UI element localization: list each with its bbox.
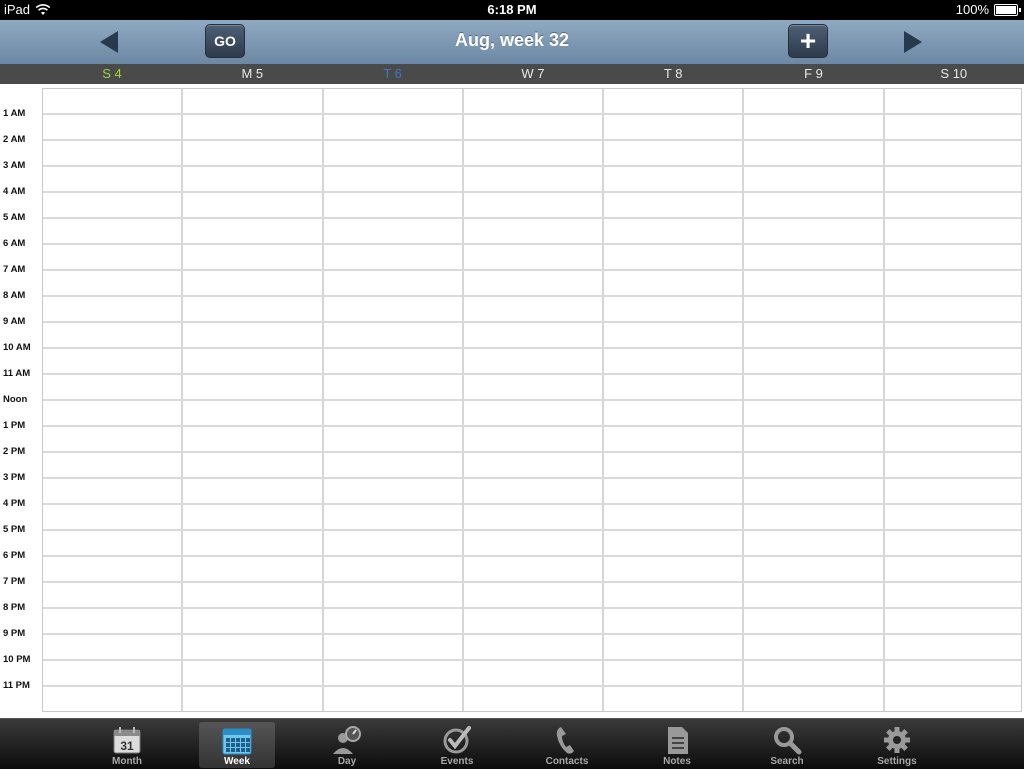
battery-icon	[994, 3, 1021, 16]
hour-line	[43, 217, 1021, 219]
time-label: 11 PM	[3, 680, 30, 691]
hour-line	[43, 503, 1021, 505]
tab-search[interactable]: Search	[749, 722, 825, 768]
checkmark-icon	[443, 726, 471, 754]
time-label: 2 AM	[3, 134, 26, 145]
tab-label: Settings	[877, 756, 917, 767]
status-clock: 6:18 PM	[487, 2, 537, 17]
tab-label: Notes	[663, 756, 691, 767]
time-column: 1 AM 2 AM 3 AM 4 AM 5 AM 6 AM 7 AM 8 AM 9 AM 10 A…	[0, 84, 42, 716]
time-label: 6 PM	[3, 550, 26, 561]
tab-label: Events	[440, 756, 474, 767]
hour-line	[43, 191, 1021, 193]
hour-line	[43, 269, 1021, 271]
day-header-5[interactable]: F 9	[744, 66, 884, 81]
calendar-month-icon: 31	[113, 727, 141, 754]
day-header: S 4M 5T 6W 7T 8F 9S 10	[0, 64, 1024, 84]
time-label: 7 PM	[3, 576, 26, 587]
week-grid	[42, 88, 1022, 712]
day-header-2[interactable]: T 6	[323, 66, 463, 81]
day-header-3[interactable]: W 7	[463, 66, 603, 81]
hour-line	[43, 529, 1021, 531]
hour-line	[43, 451, 1021, 453]
tab-day[interactable]: Day	[309, 722, 385, 768]
time-label: 5 AM	[3, 212, 26, 223]
notes-icon	[668, 727, 688, 754]
battery-percent: 100%	[955, 2, 989, 17]
week-title: Aug, week 32	[454, 30, 570, 50]
phone-icon	[556, 727, 574, 754]
tab-label: Contacts	[545, 756, 589, 767]
add-event-button[interactable]: +	[788, 24, 828, 58]
time-label: 1 PM	[3, 420, 26, 431]
time-label: 6 AM	[3, 238, 26, 249]
svg-text:31: 31	[120, 739, 134, 753]
hour-line	[43, 295, 1021, 297]
status-right: 100%	[955, 2, 1021, 17]
day-header-4[interactable]: T 8	[603, 66, 743, 81]
tab-label: Week	[224, 756, 250, 767]
time-label: 11 AM	[3, 368, 31, 379]
time-label: 8 PM	[3, 602, 26, 613]
time-label: 4 PM	[3, 498, 26, 509]
hour-line	[43, 113, 1021, 115]
tab-label: Search	[770, 756, 804, 767]
time-label: 4 AM	[3, 186, 26, 197]
hour-line	[43, 373, 1021, 375]
gear-icon	[884, 727, 910, 753]
time-label: 8 AM	[3, 290, 26, 301]
time-label: Noon	[3, 394, 28, 405]
hour-line	[43, 347, 1021, 349]
hour-line	[43, 581, 1021, 583]
hour-line	[43, 555, 1021, 557]
day-header-1[interactable]: M 5	[182, 66, 322, 81]
tab-label: Day	[337, 756, 357, 767]
hour-line	[43, 139, 1021, 141]
time-label: 3 PM	[3, 472, 26, 483]
tab-contacts[interactable]: Contacts	[529, 722, 605, 768]
hour-line	[43, 321, 1021, 323]
search-icon	[774, 727, 802, 755]
calendar-week-icon	[222, 728, 252, 755]
time-label: 9 PM	[3, 628, 26, 639]
tab-week[interactable]: Week	[199, 722, 275, 768]
nav-bar: GO Aug, week 32 +	[0, 20, 1024, 65]
hour-line	[43, 633, 1021, 635]
time-label: 3 AM	[3, 160, 26, 171]
time-label: 2 PM	[3, 446, 26, 457]
hour-line	[43, 243, 1021, 245]
hour-line	[43, 425, 1021, 427]
status-bar: iPad 6:18 PM 100%	[0, 0, 1024, 20]
hour-line	[43, 477, 1021, 479]
tab-settings[interactable]: Settings	[859, 722, 935, 768]
tab-notes[interactable]: Notes	[639, 722, 715, 768]
day-person-icon	[333, 726, 361, 754]
day-header-6[interactable]: S 10	[884, 66, 1024, 81]
hour-line	[43, 659, 1021, 661]
time-label: 7 AM	[3, 264, 26, 275]
tab-month[interactable]: 31 Month	[89, 722, 165, 768]
time-label: 5 PM	[3, 524, 26, 535]
hour-line	[43, 685, 1021, 687]
day-header-0[interactable]: S 4	[42, 66, 182, 81]
tab-events[interactable]: Events	[419, 722, 495, 768]
time-label: 10 PM	[3, 654, 31, 665]
tab-bar: 31 Month Week Day Events Contacts Notes Search S…	[0, 718, 1024, 769]
next-week-arrow-icon[interactable]	[898, 28, 926, 56]
time-label: 9 AM	[3, 316, 26, 327]
hour-line	[43, 607, 1021, 609]
hour-line	[43, 165, 1021, 167]
time-label: 1 AM	[3, 108, 26, 119]
time-label: 10 AM	[3, 342, 31, 353]
hour-line	[43, 399, 1021, 401]
tab-label: Month	[112, 756, 142, 767]
